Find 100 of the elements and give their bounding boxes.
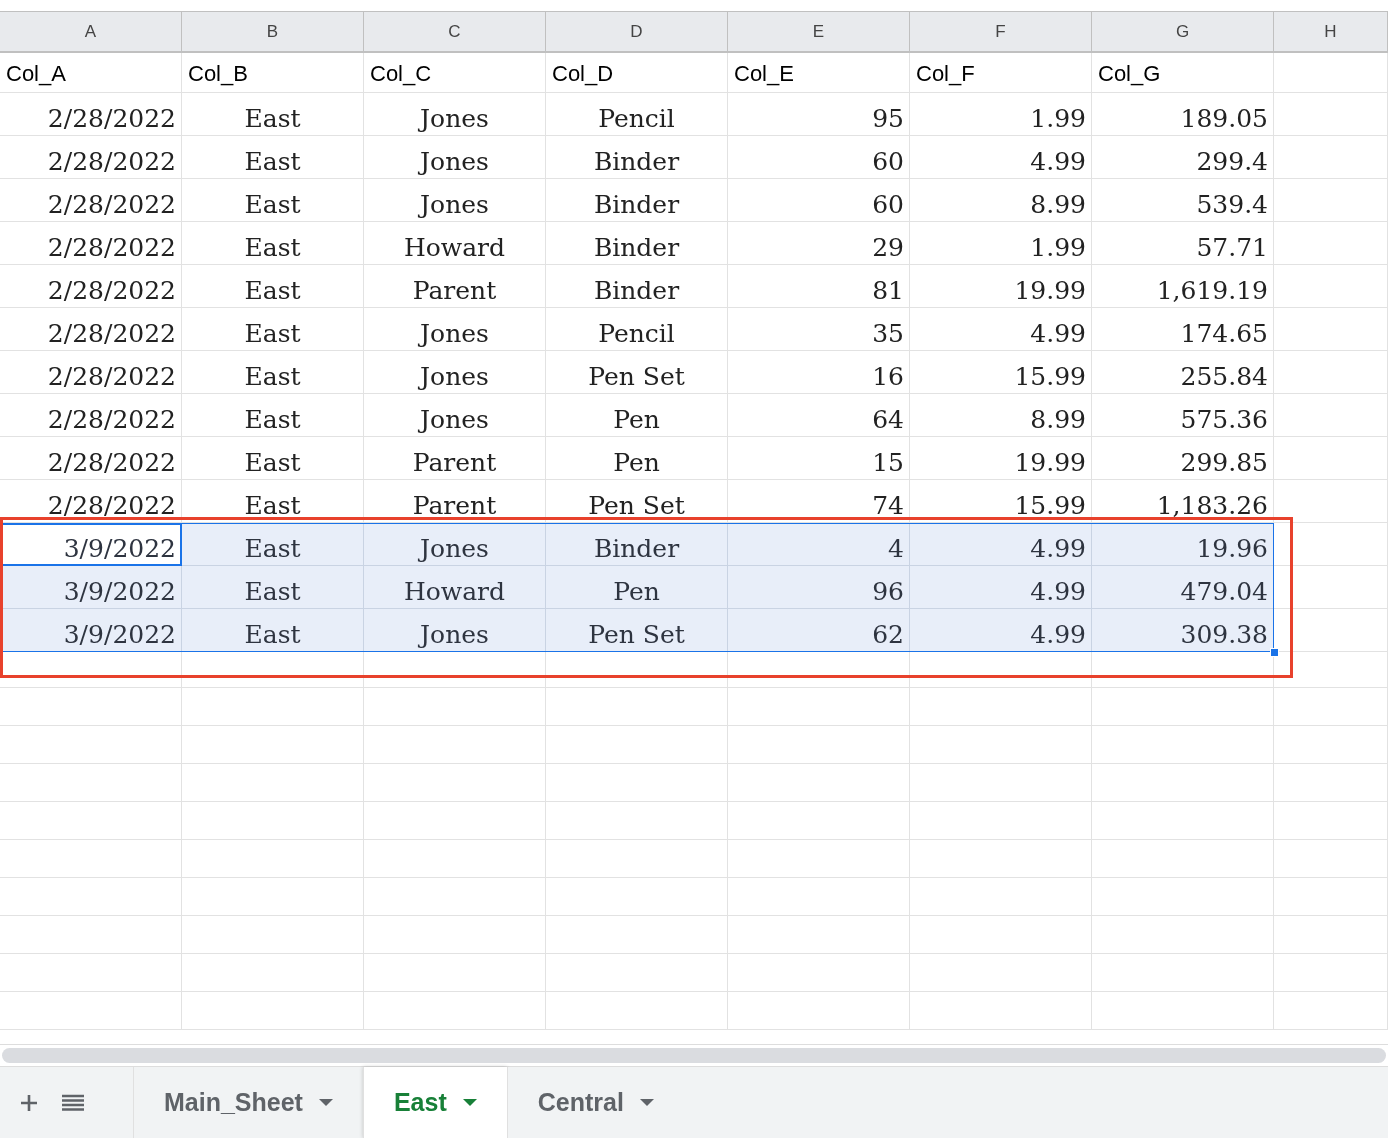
table-cell: East xyxy=(182,222,364,265)
column-header[interactable]: G xyxy=(1092,12,1274,53)
caret-icon xyxy=(462,1098,477,1107)
table-cell: 15.99 xyxy=(910,351,1092,394)
table-cell: 4.99 xyxy=(910,609,1092,652)
table-cell: Col_G xyxy=(1092,53,1274,93)
table-cell: Binder xyxy=(546,222,728,265)
table-cell: 29 xyxy=(728,222,910,265)
table-cell: 1.99 xyxy=(910,222,1092,265)
table-cell: 19.99 xyxy=(910,437,1092,480)
table-cell: 255.84 xyxy=(1092,351,1274,394)
table-cell: 8.99 xyxy=(910,179,1092,222)
table-cell: Col_B xyxy=(182,53,364,93)
table-cell: East xyxy=(182,308,364,351)
caret-icon xyxy=(639,1098,654,1107)
table-cell: 64 xyxy=(728,394,910,437)
table-cell: Binder xyxy=(546,265,728,308)
table-cell: Jones xyxy=(364,523,546,566)
table-cell: 4.99 xyxy=(910,308,1092,351)
table-cell: 19.99 xyxy=(910,265,1092,308)
table-cell: 57.71 xyxy=(1092,222,1274,265)
table-cell: 4.99 xyxy=(910,523,1092,566)
table-cell: 16 xyxy=(728,351,910,394)
table-cell: Col_F xyxy=(910,53,1092,93)
table-cell: East xyxy=(182,437,364,480)
table-cell: 4.99 xyxy=(910,136,1092,179)
table-cell: Jones xyxy=(364,351,546,394)
table-cell: 15.99 xyxy=(910,480,1092,523)
table-cell: 2/28/2022 xyxy=(0,308,182,351)
table-cell: East xyxy=(182,179,364,222)
table-cell: Col_D xyxy=(546,53,728,93)
table-cell: 62 xyxy=(728,609,910,652)
table-cell: 299.4 xyxy=(1092,136,1274,179)
table-cell: Parent xyxy=(364,480,546,523)
table-cell: Parent xyxy=(364,265,546,308)
column-header[interactable]: A xyxy=(0,12,182,53)
scrollbar-thumb[interactable] xyxy=(2,1048,1386,1063)
table-cell: Parent xyxy=(364,437,546,480)
table-cell: 2/28/2022 xyxy=(0,480,182,523)
table-cell: East xyxy=(182,351,364,394)
table-cell: Pen Set xyxy=(546,351,728,394)
table-cell: 95 xyxy=(728,93,910,136)
table-cell: Binder xyxy=(546,179,728,222)
table-cell: 19.96 xyxy=(1092,523,1274,566)
table-cell: 2/28/2022 xyxy=(0,351,182,394)
table-cell: East xyxy=(182,609,364,652)
table-cell: 309.38 xyxy=(1092,609,1274,652)
table-cell: East xyxy=(182,265,364,308)
table-cell: Howard xyxy=(364,566,546,609)
caret-icon xyxy=(318,1098,333,1107)
table-cell: 96 xyxy=(728,566,910,609)
table-cell: 3/9/2022 xyxy=(0,609,182,652)
table-cell: 1,619.19 xyxy=(1092,265,1274,308)
column-header[interactable]: F xyxy=(910,12,1092,53)
column-header[interactable]: E xyxy=(728,12,910,53)
table-cell: Col_A xyxy=(0,53,182,93)
table-cell: 35 xyxy=(728,308,910,351)
fill-handle[interactable] xyxy=(1270,648,1279,657)
table-cell: Pen xyxy=(546,437,728,480)
table-cell: Pen Set xyxy=(546,480,728,523)
table-cell: Pencil xyxy=(546,93,728,136)
table-cell: 3/9/2022 xyxy=(0,523,182,566)
table-cell: Jones xyxy=(364,179,546,222)
table-cell: Jones xyxy=(364,609,546,652)
table-cell: Pen xyxy=(546,566,728,609)
column-header[interactable]: B xyxy=(182,12,364,53)
table-cell: Howard xyxy=(364,222,546,265)
table-cell: Jones xyxy=(364,394,546,437)
table-cell: 2/28/2022 xyxy=(0,136,182,179)
table-cell: East xyxy=(182,480,364,523)
table-cell: 2/28/2022 xyxy=(0,93,182,136)
table-cell: 189.05 xyxy=(1092,93,1274,136)
table-cell: 60 xyxy=(728,179,910,222)
table-cell: 15 xyxy=(728,437,910,480)
table-cell: Binder xyxy=(546,136,728,179)
table-cell: 2/28/2022 xyxy=(0,222,182,265)
table-cell: 4 xyxy=(728,523,910,566)
table-cell: Binder xyxy=(546,523,728,566)
table-cell: Pen Set xyxy=(546,609,728,652)
table-cell: Jones xyxy=(364,136,546,179)
table-cell: Pencil xyxy=(546,308,728,351)
table-cell: 479.04 xyxy=(1092,566,1274,609)
table-cell: 8.99 xyxy=(910,394,1092,437)
column-header[interactable]: C xyxy=(364,12,546,53)
table-cell: Col_C xyxy=(364,53,546,93)
column-header[interactable]: H xyxy=(1274,12,1388,53)
table-cell: Jones xyxy=(364,93,546,136)
sheet-tab[interactable]: East xyxy=(362,1067,507,1138)
table-cell: East xyxy=(182,394,364,437)
table-cell: 2/28/2022 xyxy=(0,179,182,222)
table-cell: East xyxy=(182,93,364,136)
table-cell: East xyxy=(182,136,364,179)
column-header[interactable]: D xyxy=(546,12,728,53)
table-cell: 174.65 xyxy=(1092,308,1274,351)
table-cell: 2/28/2022 xyxy=(0,437,182,480)
table-cell: Jones xyxy=(364,308,546,351)
table-cell: Col_E xyxy=(728,53,910,93)
table-cell: 81 xyxy=(728,265,910,308)
table-cell: 539.4 xyxy=(1092,179,1274,222)
table-cell: 2/28/2022 xyxy=(0,394,182,437)
